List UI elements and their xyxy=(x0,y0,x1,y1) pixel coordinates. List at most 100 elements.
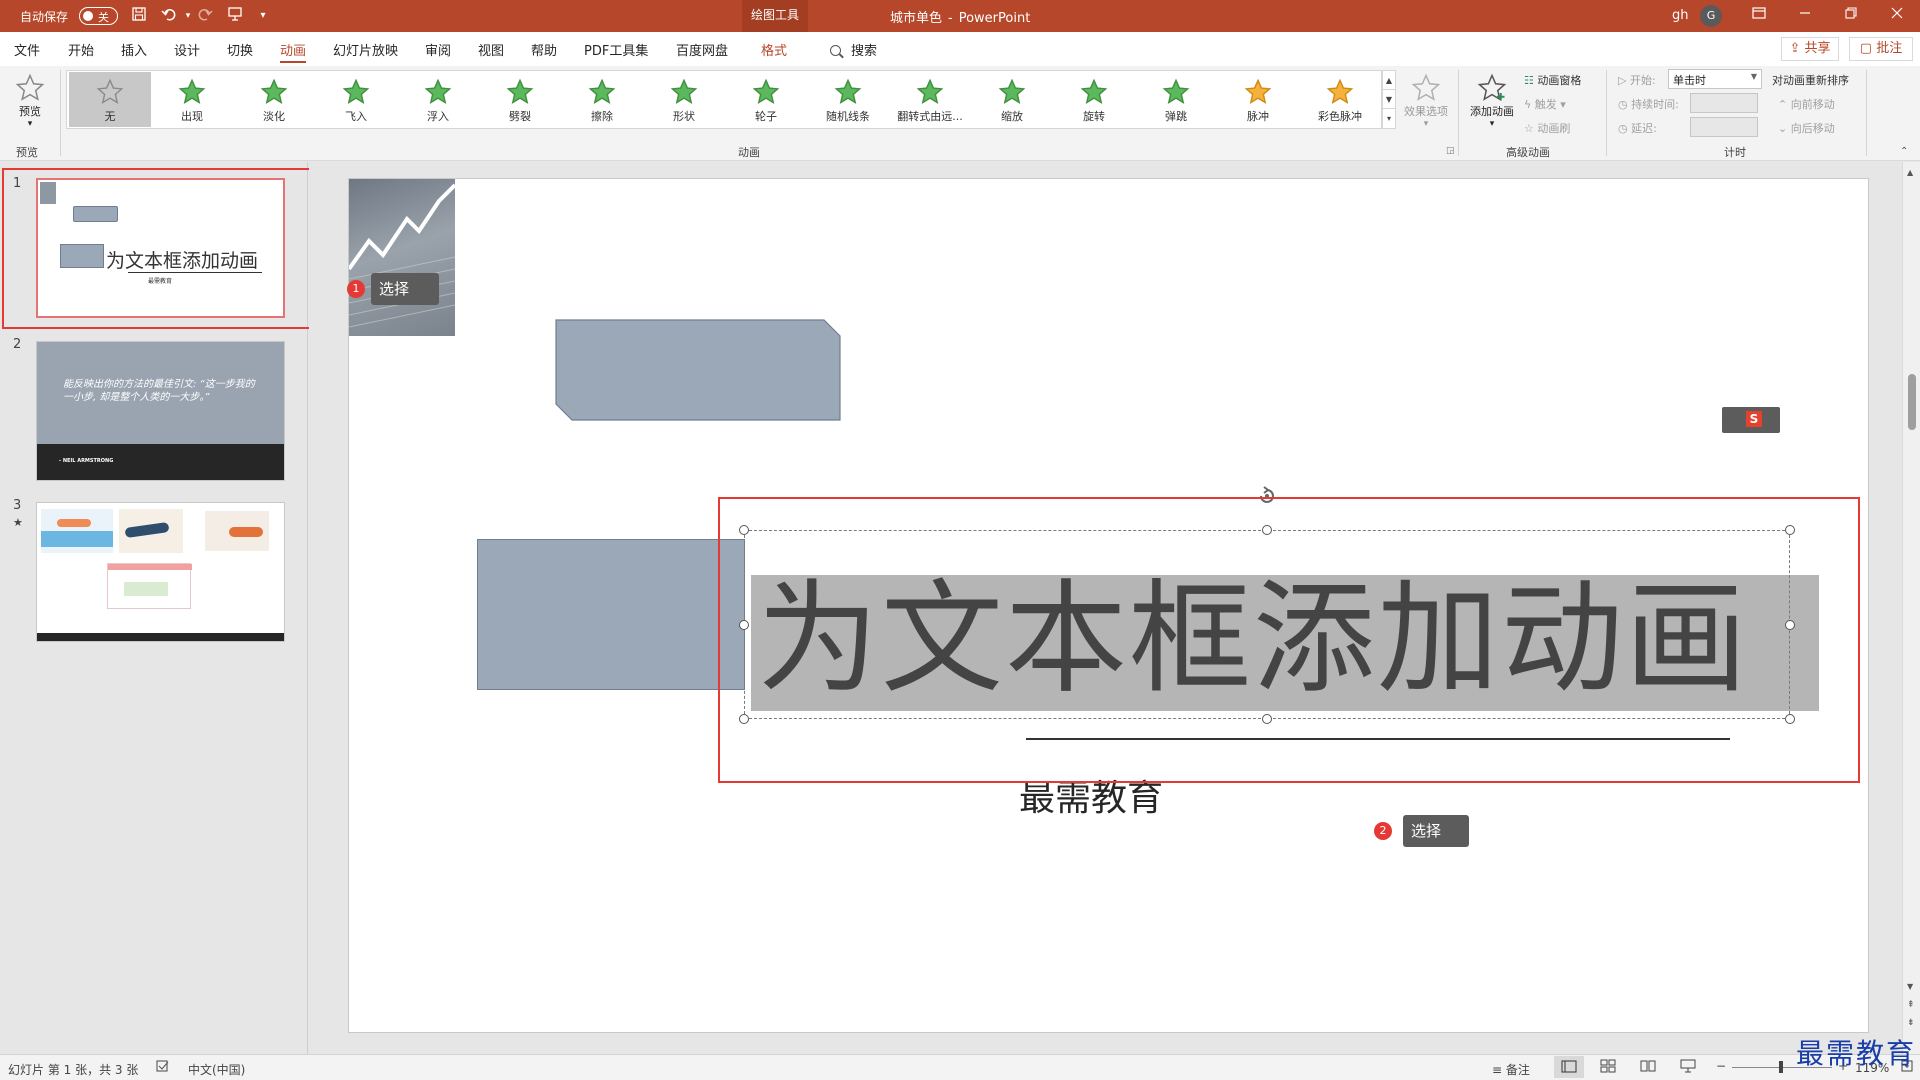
scroll-down-icon[interactable]: ▼ xyxy=(1907,982,1913,991)
scrollbar-thumb[interactable] xyxy=(1908,374,1916,430)
restore-icon[interactable] xyxy=(1828,0,1874,32)
group-label-animation: 动画 xyxy=(738,146,760,159)
window-title: 城市单色 - PowerPoint xyxy=(890,7,1030,26)
animation-pane-button[interactable]: ☷ 动画窗格 xyxy=(1524,72,1581,88)
move-later-label: 向后移动 xyxy=(1790,122,1835,135)
customize-toolbar-icon[interactable]: ▾ xyxy=(252,6,274,26)
add-animation-button[interactable]: 添加动画 ▾ xyxy=(1466,71,1518,141)
animation-fade[interactable]: 淡化 xyxy=(233,72,315,127)
animation-wheel[interactable]: 轮子 xyxy=(725,72,807,127)
comment-button[interactable]: ▢ 批注 xyxy=(1849,37,1913,61)
slide-thumbnail-3[interactable] xyxy=(36,502,285,642)
tab-baidu-netdisk[interactable]: 百度网盘 xyxy=(676,40,728,59)
spellcheck-icon[interactable] xyxy=(156,1059,170,1076)
trigger-icon: ϟ xyxy=(1524,98,1535,111)
tab-transitions[interactable]: 切换 xyxy=(227,40,253,59)
gallery-more-icon[interactable]: ▾ xyxy=(1383,109,1395,128)
notes-button[interactable]: ≡ 备注 xyxy=(1492,1061,1530,1078)
zoom-slider-thumb[interactable] xyxy=(1779,1061,1783,1073)
slide-sorter-icon[interactable] xyxy=(1600,1059,1616,1076)
preview-button[interactable]: 预览 ▾ xyxy=(8,71,52,143)
animation-star-icon xyxy=(834,78,862,104)
language-indicator[interactable]: 中文(中国) xyxy=(188,1061,245,1078)
rectangle-shape[interactable] xyxy=(477,539,745,690)
effect-options-button[interactable]: 效果选项 ▾ xyxy=(1400,71,1452,141)
delay-clock-icon: ◷ xyxy=(1618,122,1632,135)
reading-view-icon[interactable] xyxy=(1640,1059,1656,1076)
dialog-launcher-icon[interactable]: ◲ xyxy=(1446,146,1455,156)
minimize-icon[interactable] xyxy=(1782,0,1828,32)
tab-file[interactable]: 文件 xyxy=(14,40,40,59)
vertical-scrollbar[interactable]: ▲ ▼ ⇞ ⇟ xyxy=(1902,162,1920,1054)
group-label-advanced: 高级动画 xyxy=(1506,146,1550,159)
move-earlier-button[interactable]: ⌃ 向前移动 xyxy=(1778,96,1835,112)
ime-floating-toolbar[interactable]: S xyxy=(1722,407,1780,433)
delay-input[interactable] xyxy=(1690,117,1758,137)
group-label-timing: 计时 xyxy=(1724,146,1746,159)
autosave-toggle[interactable]: 关 xyxy=(79,7,118,25)
collapse-ribbon-icon[interactable]: ⌃ xyxy=(1900,146,1908,157)
title-bar: 自动保存 关 ▾ ▾ 绘图工具 城市单色 - PowerPoint gh G xyxy=(0,0,1920,32)
tab-design[interactable]: 设计 xyxy=(174,40,200,59)
animation-split[interactable]: 劈裂 xyxy=(479,72,561,127)
ribbon-display-options-icon[interactable] xyxy=(1736,0,1782,32)
status-bar: 幻灯片 第 1 张，共 3 张 中文(中国) ≡ 备注 − + 119% xyxy=(0,1054,1920,1080)
scroll-up-icon[interactable]: ▲ xyxy=(1907,168,1913,177)
avatar[interactable]: G xyxy=(1700,5,1722,27)
animation-grow-turn[interactable]: 翻转式由远... xyxy=(889,72,971,127)
tab-home[interactable]: 开始 xyxy=(68,40,94,59)
close-icon[interactable] xyxy=(1874,0,1920,32)
previous-slide-icon[interactable]: ⇞ xyxy=(1907,1000,1915,1010)
stairs-photo[interactable] xyxy=(349,179,455,336)
animation-pulse[interactable]: 脉冲 xyxy=(1217,72,1299,127)
tab-view[interactable]: 视图 xyxy=(478,40,504,59)
animation-label: 脉冲 xyxy=(1247,110,1269,123)
share-button[interactable]: ⇪ 共享 xyxy=(1781,37,1839,61)
tab-format[interactable]: 格式 xyxy=(761,40,787,59)
animation-none[interactable]: 无 xyxy=(69,72,151,127)
animation-bounce[interactable]: 弹跳 xyxy=(1135,72,1217,127)
animation-shape[interactable]: 形状 xyxy=(643,72,725,127)
animation-painter-button[interactable]: ☆ 动画刷 xyxy=(1524,120,1570,136)
animation-wipe[interactable]: 擦除 xyxy=(561,72,643,127)
animation-star-icon xyxy=(260,78,288,104)
gallery-down-icon[interactable]: ▼ xyxy=(1383,90,1395,109)
save-icon[interactable] xyxy=(128,6,150,26)
next-slide-icon[interactable]: ⇟ xyxy=(1907,1018,1915,1028)
move-later-button[interactable]: ⌄ 向后移动 xyxy=(1778,120,1835,136)
tab-review[interactable]: 审阅 xyxy=(425,40,451,59)
zoom-out-icon[interactable]: − xyxy=(1716,1059,1726,1073)
trigger-button[interactable]: ϟ 触发 ▾ xyxy=(1524,96,1566,112)
redo-icon[interactable] xyxy=(194,6,216,26)
animation-swivel[interactable]: 旋转 xyxy=(1053,72,1135,127)
tab-animations[interactable]: 动画 xyxy=(280,40,307,63)
animation-fly-in[interactable]: 飞入 xyxy=(315,72,397,127)
tab-help[interactable]: 帮助 xyxy=(531,40,557,59)
tab-slideshow[interactable]: 幻灯片放映 xyxy=(333,40,398,59)
start-select[interactable]: 单击时 ▼ xyxy=(1668,69,1762,89)
animation-float-in[interactable]: 浮入 xyxy=(397,72,479,127)
animation-label: 无 xyxy=(104,110,116,123)
slide-number: 2 xyxy=(13,337,22,352)
search-box[interactable]: 搜索 xyxy=(830,40,877,59)
textbox-highlight-box xyxy=(718,497,1860,783)
animation-appear[interactable]: 出现 xyxy=(151,72,233,127)
duration-clock-icon: ◷ xyxy=(1618,98,1632,111)
group-divider xyxy=(1458,70,1459,156)
tab-insert[interactable]: 插入 xyxy=(121,40,147,59)
animation-pane-label: 动画窗格 xyxy=(1537,74,1582,87)
normal-view-icon[interactable] xyxy=(1554,1056,1584,1078)
slide-thumbnail-1[interactable]: 为文本框添加动画 最需教育 xyxy=(36,178,285,318)
duration-input[interactable] xyxy=(1690,93,1758,113)
slide-thumbnail-2[interactable]: 能反映出你的方法的最佳引文: “这一步我的一小步, 却是整个人类的一大步。” -… xyxy=(36,341,285,481)
gallery-up-icon[interactable]: ▲ xyxy=(1383,71,1395,90)
snipped-rectangle-shape[interactable] xyxy=(555,319,841,421)
animation-zoom[interactable]: 缩放 xyxy=(971,72,1053,127)
start-slideshow-icon[interactable] xyxy=(224,6,246,26)
slideshow-view-icon[interactable] xyxy=(1680,1059,1696,1076)
thumb-screenshot xyxy=(205,511,269,551)
tab-pdf-tools[interactable]: PDF工具集 xyxy=(584,40,648,59)
animation-color-pulse[interactable]: 彩色脉冲 xyxy=(1299,72,1381,127)
animation-random-bars[interactable]: 随机线条 xyxy=(807,72,889,127)
duration-label: ◷ 持续时间: xyxy=(1618,96,1679,112)
